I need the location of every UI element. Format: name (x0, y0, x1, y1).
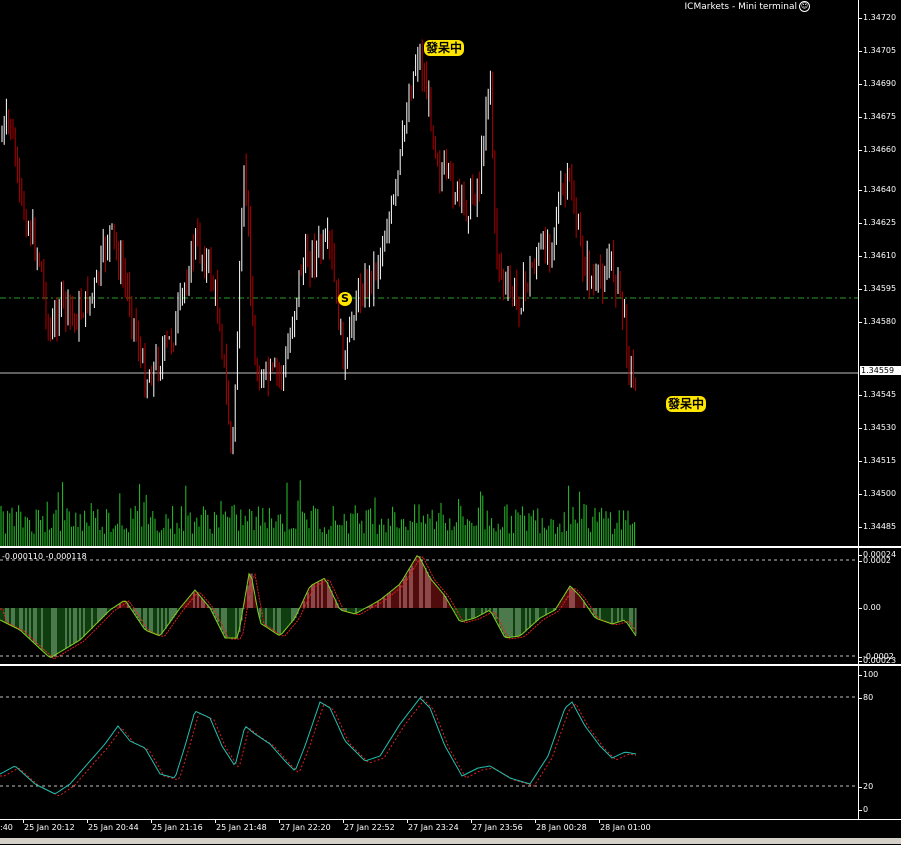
price-tick: 1.34625 (858, 218, 897, 227)
status-badge-right: 發呆中 (666, 396, 707, 412)
price-tick: 1.34610 (858, 251, 897, 260)
stoch-tick: 0 (858, 805, 869, 814)
current-price-label: 1.34559 (860, 366, 901, 375)
stoch-main-line (0, 697, 637, 795)
price-tick: 1.34705 (858, 46, 897, 55)
price-tick: 1.34515 (858, 456, 897, 465)
macd-indicator (0, 554, 858, 660)
time-label: 25 Jan 20:12 (23, 820, 75, 832)
price-tick: 1.34580 (858, 317, 897, 326)
stochastic-pane[interactable] (0, 666, 858, 819)
macd-scale: 0.00024 0.0002 0.00 -0.0002 0.00023 (858, 548, 901, 665)
time-label: 27 Jan 22:20 (279, 820, 331, 832)
price-scale: 1.34720 1.34705 1.34690 1.34675 1.34660 1.346… (858, 0, 901, 546)
time-label: 28 Jan 00:28 (535, 820, 587, 832)
macd-pane[interactable]: -0.000110 -0.000118 (0, 548, 858, 664)
price-tick: 1.34485 (858, 522, 897, 531)
terminal-title: ICMarkets - Mini terminal ☺ (684, 1, 810, 12)
macd-tick: 0.0002 (859, 556, 891, 565)
stoch-tick: 20 (858, 782, 874, 791)
time-label: 25 Jan 21:48 (215, 820, 267, 832)
stochastic-indicator (0, 696, 858, 797)
time-label: 27 Jan 22:52 (343, 820, 395, 832)
price-tick: 1.34530 (858, 423, 897, 432)
price-tick: 1.34500 (858, 489, 897, 498)
stoch-signal-line (0, 699, 637, 797)
time-label: 27 Jan 23:24 (407, 820, 459, 832)
signal-marker[interactable]: S (338, 292, 352, 306)
stoch-tick: 80 (858, 693, 874, 702)
time-label: 25 Jan 20:44 (87, 820, 139, 832)
bottom-tab-strip[interactable] (0, 838, 901, 844)
stochastic-scale: 100 80 20 0 (858, 666, 901, 819)
time-label: :40 (0, 823, 13, 832)
price-tick: 1.34660 (858, 145, 897, 154)
price-tick: 1.34640 (858, 185, 897, 194)
macd-tick: 0.00 (859, 603, 881, 612)
time-label: 25 Jan 21:16 (151, 820, 203, 832)
price-tick: 1.34595 (858, 284, 897, 293)
time-label: 28 Jan 01:00 (599, 820, 651, 832)
price-tick: 1.34690 (858, 79, 897, 88)
price-tick: 1.34675 (858, 112, 897, 121)
status-badge-top: 發呆中 (424, 40, 465, 56)
smiley-icon: ☺ (799, 1, 810, 12)
macd-values-label: -0.000110 -0.000118 (2, 552, 87, 561)
price-tick: 1.34545 (858, 390, 897, 399)
stoch-tick: 100 (858, 670, 879, 679)
price-chart-pane[interactable]: ICMarkets - Mini terminal ☺ 發呆中 發呆中 S (0, 0, 858, 546)
price-chart (0, 39, 858, 546)
price-tick: 1.34720 (858, 13, 897, 22)
time-label: 27 Jan 23:56 (471, 820, 523, 832)
